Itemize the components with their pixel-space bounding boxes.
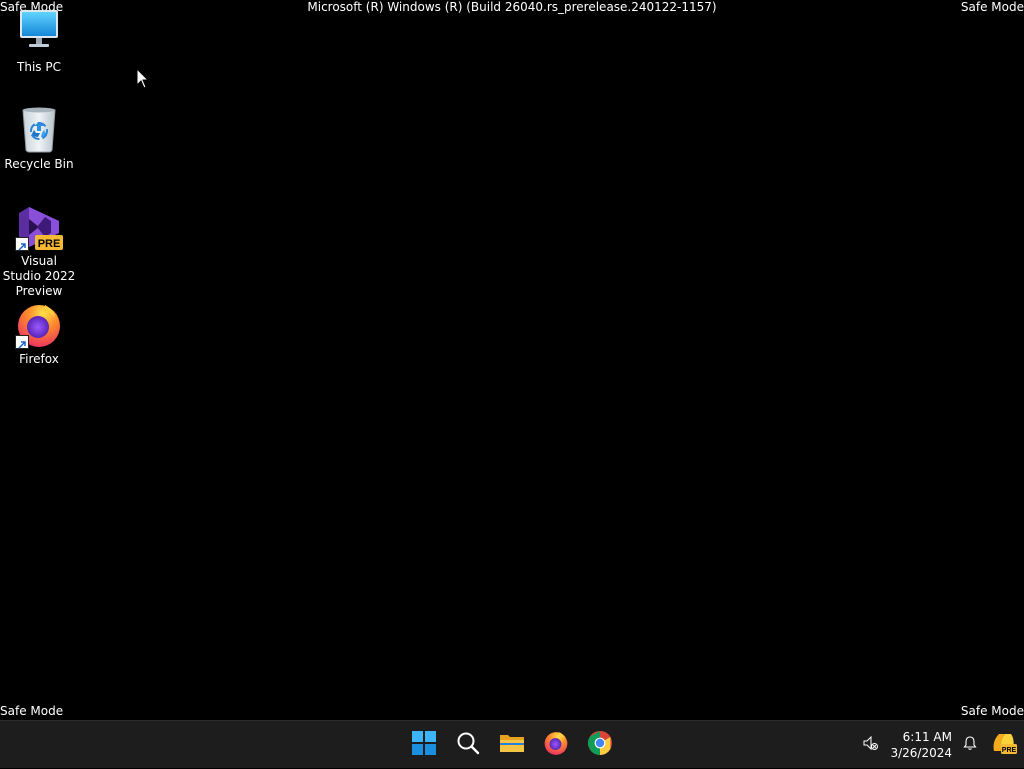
desktop-icon-label: Recycle Bin: [4, 157, 74, 171]
search-icon: [456, 731, 480, 759]
desktop-icon-label: Firefox: [19, 352, 59, 366]
shortcut-arrow-icon: [15, 335, 29, 349]
clock[interactable]: 6:11 AM 3/26/2024: [886, 729, 952, 761]
desktop-icon-visual-studio[interactable]: PRE Visual Studio 2022 Preview: [1, 203, 77, 299]
speaker-muted-icon: [862, 735, 878, 755]
folder-icon: [499, 731, 525, 759]
clock-date: 3/26/2024: [890, 746, 952, 760]
safe-mode-label-bottom-right: Safe Mode: [960, 704, 1024, 718]
windows-build-title: Microsoft (R) Windows (R) (Build 26040.r…: [307, 0, 717, 14]
search-button[interactable]: [446, 723, 490, 767]
bell-icon: [962, 735, 978, 755]
safe-mode-label-bottom-left: Safe Mode: [0, 704, 64, 718]
volume-button[interactable]: [856, 731, 884, 759]
file-explorer-button[interactable]: [490, 723, 534, 767]
mouse-cursor-icon: [136, 67, 150, 90]
shortcut-arrow-icon: [15, 237, 29, 251]
svg-text:PRE: PRE: [1002, 747, 1017, 754]
safe-mode-label-top-right: Safe Mode: [960, 0, 1024, 14]
firefox-icon: [15, 301, 63, 349]
desktop[interactable]: Safe Mode Microsoft (R) Windows (R) (Bui…: [0, 0, 1024, 720]
visual-studio-preview-icon: PRE: [15, 203, 63, 251]
start-button[interactable]: [402, 723, 446, 767]
recycle-bin-icon: [15, 106, 63, 154]
chrome-icon: [587, 730, 613, 760]
chrome-taskbar-button[interactable]: [578, 723, 622, 767]
system-tray: 6:11 AM 3/26/2024 PRE: [856, 721, 1024, 769]
pre-badge: PRE: [38, 238, 61, 250]
monitor-icon: [15, 10, 63, 58]
desktop-icon-label: Visual Studio 2022 Preview: [2, 254, 76, 298]
notifications-button[interactable]: [956, 731, 984, 759]
clock-time: 6:11 AM: [902, 730, 952, 744]
desktop-icon-label: This PC: [17, 60, 61, 74]
copilot-button[interactable]: PRE: [990, 731, 1018, 759]
firefox-taskbar-button[interactable]: [534, 723, 578, 767]
copilot-preview-icon: PRE: [991, 731, 1017, 759]
taskbar: 6:11 AM 3/26/2024 PRE: [0, 720, 1024, 768]
taskbar-pinned-apps: [402, 721, 622, 769]
desktop-icon-this-pc[interactable]: This PC: [1, 10, 77, 75]
firefox-icon: [543, 730, 569, 760]
desktop-icon-firefox[interactable]: Firefox: [1, 301, 77, 367]
desktop-icon-recycle-bin[interactable]: Recycle Bin: [1, 106, 77, 172]
windows-logo-icon: [412, 731, 436, 759]
